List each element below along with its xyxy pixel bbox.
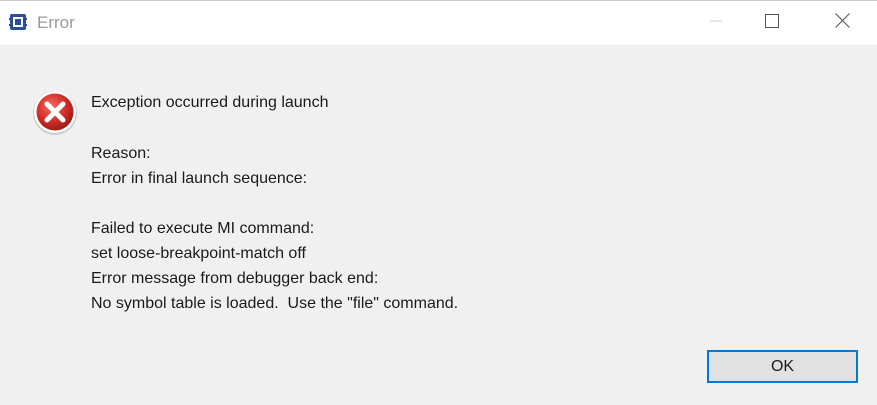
title-bar[interactable]: Error — [0, 1, 877, 45]
minimize-icon — [710, 14, 722, 32]
maximize-icon — [765, 13, 779, 33]
error-icon — [31, 89, 79, 137]
message-line: No symbol table is loaded. Use the "file… — [91, 295, 459, 312]
ok-button[interactable]: OK — [707, 350, 858, 383]
maximize-button[interactable] — [749, 1, 795, 45]
error-headline: Exception occurred during launch — [91, 94, 329, 111]
error-dialog-window: Error Exception occurred during launch R… — [0, 0, 877, 405]
minimize-button[interactable] — [693, 1, 739, 45]
close-icon — [834, 13, 850, 33]
message-line: set loose-breakpoint-match off — [91, 245, 306, 262]
app-chip-icon — [9, 13, 27, 31]
message-line: Reason: — [91, 145, 151, 162]
message-line: Error in final launch sequence: — [91, 170, 308, 187]
close-button[interactable] — [819, 1, 865, 45]
message-line: Failed to execute MI command: — [91, 220, 315, 237]
window-title: Error — [37, 13, 75, 32]
message-line: Error message from debugger back end: — [91, 270, 379, 287]
